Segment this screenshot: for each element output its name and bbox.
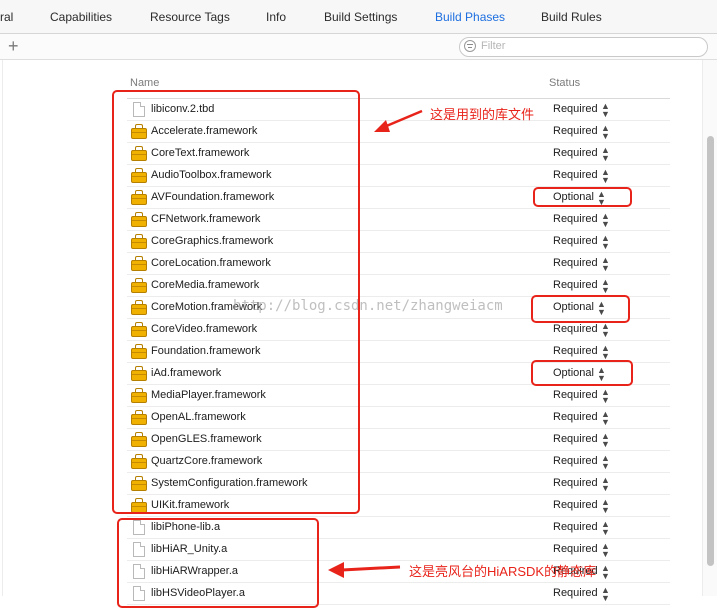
annotation-static-libs: 这是亮风台的HiARSDK的静态库 (409, 564, 597, 579)
tab-build-phases[interactable]: Build Phases (435, 10, 505, 24)
status-popup[interactable]: Required (553, 323, 598, 335)
status-popup[interactable]: Required (553, 345, 598, 357)
optional-highlight-avfoundation (533, 187, 632, 207)
stepper-arrows-icon[interactable]: ▲ ▼ (601, 476, 610, 493)
status-popup[interactable]: Required (553, 279, 598, 291)
tab-build-settings[interactable]: Build Settings (324, 10, 397, 24)
stepper-arrows-icon[interactable]: ▲ ▼ (601, 322, 610, 339)
tab-general[interactable]: ral (0, 10, 13, 24)
annotation-libraries: 这是用到的库文件 (430, 107, 535, 122)
status-popup[interactable]: Required (553, 411, 598, 423)
status-popup[interactable]: Required (553, 499, 598, 511)
stepper-arrows-icon[interactable]: ▲ ▼ (601, 454, 610, 471)
tab-resource-tags[interactable]: Resource Tags (150, 10, 230, 24)
stepper-arrows-icon[interactable]: ▲ ▼ (601, 410, 610, 427)
column-header-name[interactable]: Name (130, 77, 159, 89)
stepper-arrows-icon[interactable]: ▲ ▼ (601, 344, 610, 361)
stepper-arrows-icon[interactable]: ▲ ▼ (601, 102, 610, 119)
stepper-arrows-icon[interactable]: ▲ ▼ (601, 498, 610, 515)
optional-highlight-iad (531, 360, 633, 386)
filter-placeholder: Filter (481, 40, 506, 52)
vertical-scrollbar[interactable] (702, 60, 717, 596)
stepper-arrows-icon[interactable]: ▲ ▼ (601, 564, 610, 581)
stepper-arrows-icon[interactable]: ▲ ▼ (601, 542, 610, 559)
add-button[interactable]: + (8, 35, 19, 57)
optional-highlight-coremotion (531, 295, 630, 323)
status-popup[interactable]: Required (553, 521, 598, 533)
stepper-arrows-icon[interactable]: ▲ ▼ (601, 256, 610, 273)
status-popup[interactable]: Required (553, 587, 598, 599)
stepper-arrows-icon[interactable]: ▲ ▼ (601, 168, 610, 185)
status-popup[interactable]: Required (553, 433, 598, 445)
arrow-static-libs-icon (328, 562, 401, 578)
status-popup[interactable]: Required (553, 455, 598, 467)
tab-build-rules[interactable]: Build Rules (541, 10, 602, 24)
status-popup[interactable]: Required (553, 147, 598, 159)
status-popup[interactable]: Required (553, 213, 598, 225)
stepper-arrows-icon[interactable]: ▲ ▼ (601, 146, 610, 163)
frameworks-highlight-box (112, 90, 360, 514)
status-popup[interactable]: Required (553, 543, 598, 555)
scroll-thumb[interactable] (707, 136, 714, 566)
static-libs-highlight-box (117, 518, 319, 608)
stepper-arrows-icon[interactable]: ▲ ▼ (601, 586, 610, 603)
stepper-arrows-icon[interactable]: ▲ ▼ (601, 432, 610, 449)
left-divider (2, 60, 3, 596)
phase-toolbar: + Filter (0, 34, 717, 60)
status-popup[interactable]: Required (553, 103, 598, 115)
status-popup[interactable]: Required (553, 477, 598, 489)
stepper-arrows-icon[interactable]: ▲ ▼ (601, 388, 610, 405)
stepper-arrows-icon[interactable]: ▲ ▼ (601, 124, 610, 141)
arrow-libraries-icon (374, 109, 423, 132)
stepper-arrows-icon[interactable]: ▲ ▼ (601, 234, 610, 251)
stepper-arrows-icon[interactable]: ▲ ▼ (601, 278, 610, 295)
filter-icon[interactable] (464, 40, 476, 52)
filter-field[interactable]: Filter (459, 37, 708, 57)
status-popup[interactable]: Required (553, 235, 598, 247)
tab-capabilities[interactable]: Capabilities (50, 10, 112, 24)
tab-bar: ral Capabilities Resource Tags Info Buil… (0, 0, 717, 34)
stepper-arrows-icon[interactable]: ▲ ▼ (601, 212, 610, 229)
tab-info[interactable]: Info (266, 10, 286, 24)
status-popup[interactable]: Required (553, 169, 598, 181)
status-popup[interactable]: Required (553, 257, 598, 269)
status-popup[interactable]: Required (553, 125, 598, 137)
stepper-arrows-icon[interactable]: ▲ ▼ (601, 520, 610, 537)
status-popup[interactable]: Required (553, 389, 598, 401)
column-header-status[interactable]: Status (549, 77, 580, 89)
